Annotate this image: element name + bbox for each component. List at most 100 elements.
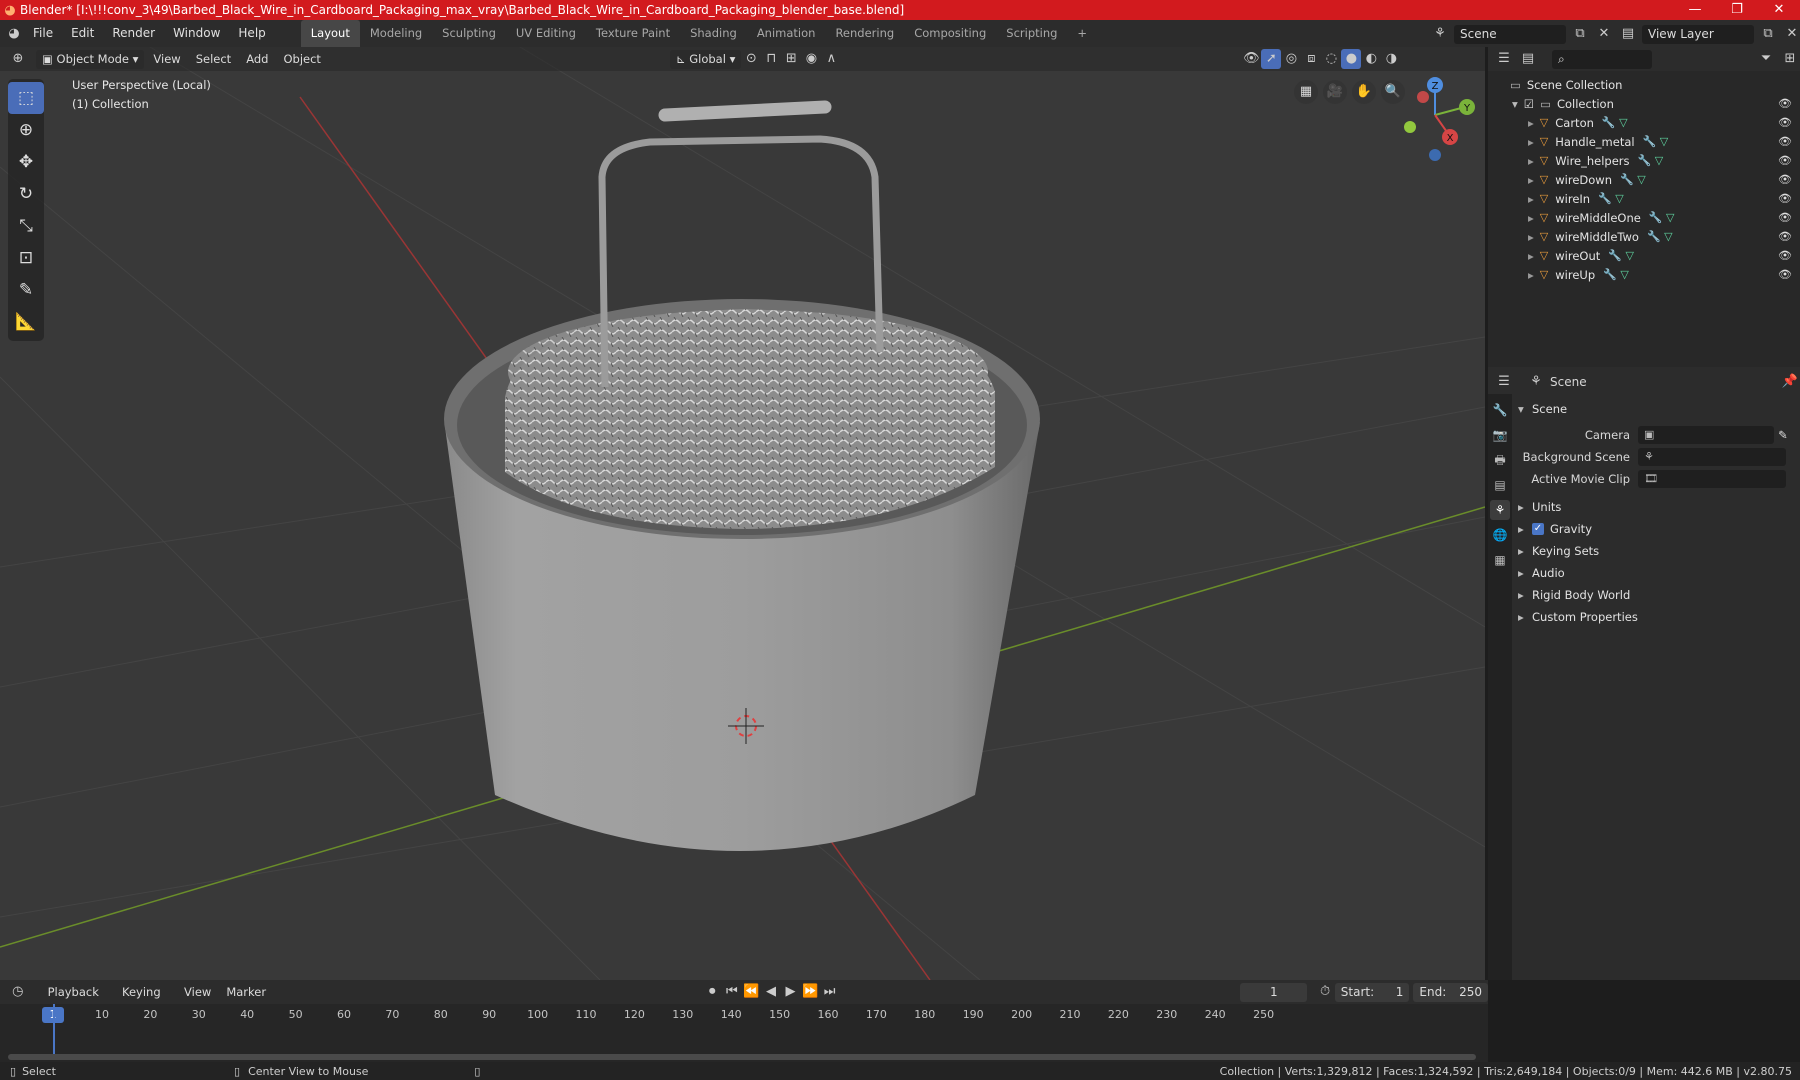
texture-tab-icon[interactable]: ▦ xyxy=(1490,550,1510,570)
cursor-tool-icon[interactable]: ⊕ xyxy=(8,114,44,146)
mesh-data-icon[interactable]: ▽ xyxy=(1666,211,1674,224)
expand-arrow-icon[interactable]: ▸ xyxy=(1528,211,1534,225)
wireframe-shading-icon[interactable]: ◌ xyxy=(1321,49,1341,69)
outliner-object-row[interactable]: ▸ ▽ wireMiddleTwo 🔧 ▽ 👁 xyxy=(1488,227,1800,246)
expand-arrow-icon[interactable]: ▾ xyxy=(1512,97,1518,111)
new-view-layer-icon[interactable]: ⧉ xyxy=(1758,24,1778,44)
viewport-menu-view[interactable]: View xyxy=(147,50,186,69)
modifier-icon[interactable]: 🔧 ▽ xyxy=(1608,249,1634,262)
active-movie-clip-field[interactable]: 🎞 xyxy=(1638,470,1786,488)
new-collection-icon[interactable]: ⊞ xyxy=(1780,49,1800,69)
scale-tool-icon[interactable]: ⤡ xyxy=(8,210,44,242)
frame-ruler[interactable]: 1102030405060708090100110120130140150160… xyxy=(0,1004,1488,1026)
add-workspace-button[interactable]: + xyxy=(1067,20,1097,47)
start-frame-field[interactable]: Start: 1 xyxy=(1334,982,1410,1002)
menu-file[interactable]: File xyxy=(24,20,62,47)
navigation-gizmo[interactable]: Z Y X xyxy=(1404,77,1475,161)
mesh-data-icon[interactable]: ▽ xyxy=(1664,230,1672,243)
annotate-tool-icon[interactable]: ✎ xyxy=(8,274,44,306)
zoom-view-icon[interactable]: 🔍 xyxy=(1381,80,1405,104)
falloff-icon[interactable]: ∧ xyxy=(821,49,841,69)
scene-selector[interactable]: Scene xyxy=(1454,24,1566,44)
menu-render[interactable]: Render xyxy=(103,20,164,47)
eyedropper-icon[interactable]: ✎ xyxy=(1778,428,1788,442)
material-shading-icon[interactable]: ◐ xyxy=(1361,49,1381,69)
pan-view-icon[interactable]: ✋ xyxy=(1352,80,1376,104)
tab-scripting[interactable]: Scripting xyxy=(996,20,1067,47)
scene-tab-icon[interactable]: ⚘ xyxy=(1490,500,1510,520)
jump-keyframe-back-icon[interactable]: ⏪ xyxy=(742,982,762,1002)
tab-texture-paint[interactable]: Texture Paint xyxy=(586,20,680,47)
visibility-icon[interactable]: 👁 xyxy=(1241,49,1261,69)
tab-layout[interactable]: Layout xyxy=(300,20,360,47)
mesh-data-icon[interactable]: ▽ xyxy=(1655,154,1663,167)
eye-icon[interactable]: 👁 xyxy=(1778,249,1792,262)
eye-icon[interactable]: 👁 xyxy=(1778,192,1792,205)
display-mode-icon[interactable]: ▤ xyxy=(1518,49,1538,69)
rigid-body-world-section[interactable]: ▸ Rigid Body World xyxy=(1518,584,1798,606)
3d-viewport[interactable]: Z Y X ⊕ ▣ Object Mode ▾ View Select Add … xyxy=(0,47,1485,980)
rotate-tool-icon[interactable]: ↻ xyxy=(8,178,44,210)
outliner-search-input[interactable]: ⌕ xyxy=(1552,49,1652,69)
delete-view-layer-icon[interactable]: ✕ xyxy=(1782,24,1800,44)
mesh-data-icon[interactable]: ▽ xyxy=(1615,192,1623,205)
modifier-icon[interactable]: 🔧 ▽ xyxy=(1649,211,1675,224)
close-button[interactable]: ✕ xyxy=(1758,0,1800,20)
gravity-checkbox[interactable]: ✓ xyxy=(1532,523,1544,535)
current-frame-field[interactable]: 1 xyxy=(1240,982,1308,1002)
modifier-icon[interactable]: 🔧 ▽ xyxy=(1647,230,1673,243)
camera-view-icon[interactable]: 🎥 xyxy=(1323,80,1347,104)
tab-animation[interactable]: Animation xyxy=(747,20,826,47)
timeline-scrollbar[interactable] xyxy=(8,1054,1476,1060)
world-tab-icon[interactable]: 🌐 xyxy=(1490,525,1510,545)
menu-help[interactable]: Help xyxy=(229,20,274,47)
modifier-icon[interactable]: 🔧 ▽ xyxy=(1643,135,1669,148)
expand-arrow-icon[interactable]: ▸ xyxy=(1528,173,1534,187)
background-scene-field[interactable]: ⚘ xyxy=(1638,448,1786,466)
menu-window[interactable]: Window xyxy=(164,20,229,47)
play-reverse-icon[interactable]: ◀ xyxy=(761,982,781,1002)
keying-sets-section[interactable]: ▸ Keying Sets xyxy=(1518,540,1798,562)
blender-menu-icon[interactable]: ◕ xyxy=(4,24,24,44)
tab-rendering[interactable]: Rendering xyxy=(825,20,904,47)
pin-icon[interactable]: 📌 xyxy=(1780,372,1800,392)
output-tab-icon[interactable]: 🖶 xyxy=(1490,450,1510,470)
move-tool-icon[interactable]: ✥ xyxy=(8,146,44,178)
filter-icon[interactable]: ⏷ xyxy=(1756,49,1776,69)
outliner-row-collection[interactable]: ▾ ☑ ▭ Collection 👁 xyxy=(1488,94,1800,113)
custom-properties-section[interactable]: ▸ Custom Properties xyxy=(1518,606,1798,628)
timeline-editor-type-icon[interactable]: ◷ xyxy=(8,982,28,1002)
eye-icon[interactable]: 👁 xyxy=(1778,154,1792,167)
audio-section[interactable]: ▸ Audio xyxy=(1518,562,1798,584)
outliner-object-row[interactable]: ▸ ▽ wireOut 🔧 ▽ 👁 xyxy=(1488,246,1800,265)
expand-arrow-icon[interactable]: ▸ xyxy=(1528,230,1534,244)
pivot-point-icon[interactable]: ⊙ xyxy=(741,49,761,69)
record-icon[interactable]: ⏺ xyxy=(702,982,722,1002)
jump-end-icon[interactable]: ⏭ xyxy=(820,982,840,1002)
stopwatch-icon[interactable]: ⏱ xyxy=(1315,982,1335,1002)
expand-arrow-icon[interactable]: ▸ xyxy=(1528,249,1534,263)
eye-icon[interactable]: 👁 xyxy=(1778,97,1792,110)
transform-tool-icon[interactable]: ⊡ xyxy=(8,242,44,274)
expand-arrow-icon[interactable]: ▸ xyxy=(1528,268,1534,282)
snap-icon[interactable]: ⊓ xyxy=(761,49,781,69)
view-layer-tab-icon[interactable]: ▤ xyxy=(1490,475,1510,495)
new-scene-icon[interactable]: ⧉ xyxy=(1570,24,1590,44)
checkbox-icon[interactable]: ☑ xyxy=(1524,97,1534,111)
units-section[interactable]: ▸ Units xyxy=(1518,496,1798,518)
eye-icon[interactable]: 👁 xyxy=(1778,211,1792,224)
modifier-icon[interactable]: 🔧 ▽ xyxy=(1603,268,1629,281)
tab-compositing[interactable]: Compositing xyxy=(904,20,996,47)
timeline-menu-playback[interactable]: Playback ▾ xyxy=(42,983,113,1018)
outliner-object-row[interactable]: ▸ ▽ wireDown 🔧 ▽ 👁 xyxy=(1488,170,1800,189)
modifier-icon[interactable]: 🔧 ▽ xyxy=(1620,173,1646,186)
solid-shading-icon[interactable]: ● xyxy=(1341,49,1362,69)
eye-icon[interactable]: 👁 xyxy=(1778,230,1792,243)
barbed-wire-coil-model[interactable] xyxy=(505,309,995,529)
expand-arrow-icon[interactable]: ▸ xyxy=(1528,192,1534,206)
snap-target-icon[interactable]: ⊞ xyxy=(781,49,801,69)
toggle-view-icon[interactable]: ▦ xyxy=(1294,80,1318,104)
jump-keyframe-forward-icon[interactable]: ⏩ xyxy=(800,982,820,1002)
mode-selector[interactable]: ▣ Object Mode ▾ xyxy=(36,49,145,69)
select-box-tool-icon[interactable]: ⬚ xyxy=(8,82,44,114)
